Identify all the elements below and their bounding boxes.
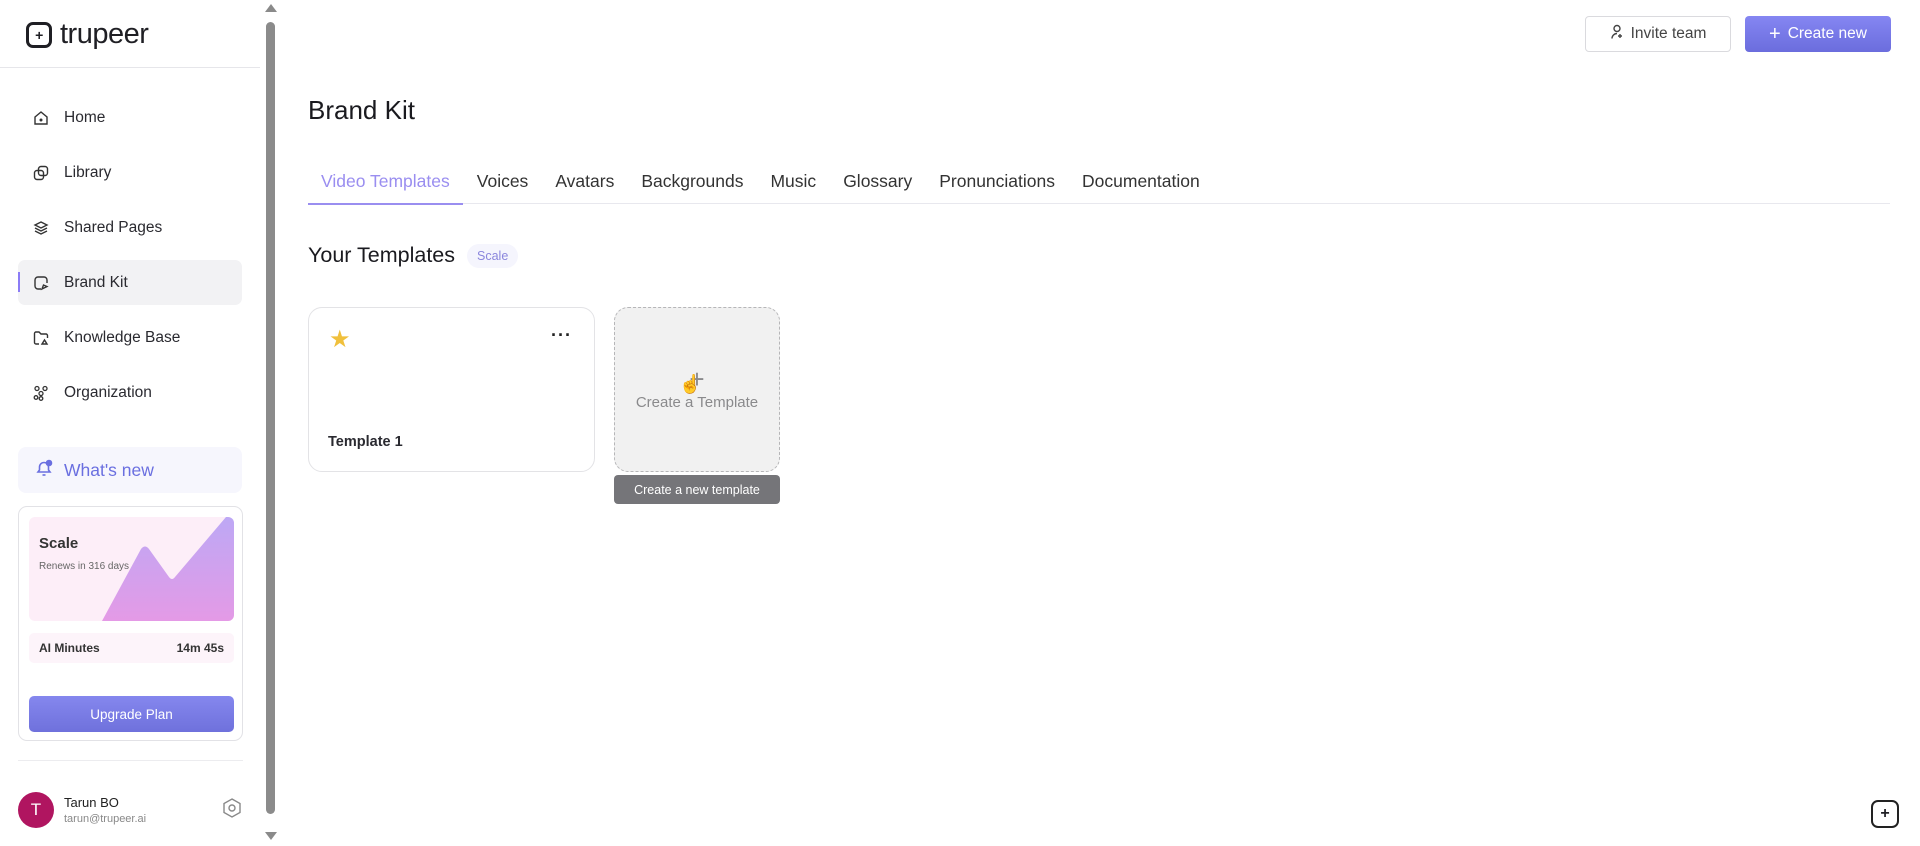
ai-minutes-value: 14m 45s <box>176 641 224 655</box>
whats-new-button[interactable]: What's new <box>18 447 242 493</box>
ai-minutes-label: AI Minutes <box>39 641 100 655</box>
scroll-down-arrow-icon[interactable] <box>265 832 277 840</box>
logo-icon: + <box>26 21 52 48</box>
sidebar-item-label: Shared Pages <box>64 218 163 236</box>
create-new-button[interactable]: + Create new <box>1745 16 1891 52</box>
trupeer-extension-icon[interactable]: + <box>1871 800 1899 828</box>
sidebar-item-home[interactable]: Home <box>18 95 242 140</box>
create-template-label: Create a Template <box>635 394 759 411</box>
user-name: Tarun BO <box>64 795 119 810</box>
sidebar-item-library[interactable]: Library <box>18 150 242 195</box>
page-title: Brand Kit <box>308 95 415 125</box>
sidebar-item-label: Home <box>64 108 106 126</box>
user-email: tarun@trupeer.ai <box>64 813 147 825</box>
folder-icon <box>32 329 50 347</box>
sidebar-item-shared-pages[interactable]: Shared Pages <box>18 205 242 250</box>
upgrade-plan-button[interactable]: Upgrade Plan <box>29 696 234 732</box>
user-profile[interactable]: T Tarun BO tarun@trupeer.ai <box>18 792 146 828</box>
divider <box>0 67 260 68</box>
tab-documentation[interactable]: Documentation <box>1069 158 1213 204</box>
sidebar-item-label: Knowledge Base <box>64 328 181 346</box>
plus-icon: + <box>1769 23 1781 45</box>
brand-logo[interactable]: + trupeer <box>26 18 149 51</box>
star-icon[interactable]: ★ <box>329 328 351 352</box>
tooltip: Create a new template <box>614 475 780 504</box>
sidebar-scrollbar[interactable] <box>264 0 278 846</box>
sidebar-item-label: Brand Kit <box>64 273 128 291</box>
sidebar: + trupeer Home Library Shared Pages Bran… <box>0 0 262 846</box>
user-plus-icon <box>1610 24 1624 45</box>
tab-music[interactable]: Music <box>757 158 829 204</box>
tab-avatars[interactable]: Avatars <box>542 158 627 204</box>
scroll-up-arrow-icon[interactable] <box>265 4 277 12</box>
tab-voices[interactable]: Voices <box>464 158 542 204</box>
bell-icon <box>34 458 54 483</box>
invite-team-label: Invite team <box>1630 25 1707 42</box>
template-name: Template 1 <box>328 434 403 450</box>
home-icon <box>32 109 50 127</box>
whats-new-label: What's new <box>64 459 154 480</box>
brand-kit-icon <box>32 274 50 292</box>
sidebar-item-label: Organization <box>64 383 152 401</box>
create-new-label: Create new <box>1787 25 1867 42</box>
more-options-icon[interactable]: ··· <box>551 326 572 344</box>
organization-icon <box>32 384 50 402</box>
hand-cursor-icon: ☝ <box>679 374 702 394</box>
layers-icon <box>32 219 50 237</box>
plan-name: Scale <box>39 535 79 552</box>
sidebar-item-brand-kit[interactable]: Brand Kit <box>18 260 242 305</box>
tab-pronunciations[interactable]: Pronunciations <box>926 158 1068 204</box>
brand-name: trupeer <box>60 18 149 50</box>
plan-card: Scale Renews in 316 days AI Minutes 14m … <box>18 506 243 741</box>
tab-video-templates[interactable]: Video Templates <box>308 158 463 205</box>
plan-badge: Scale <box>467 243 519 268</box>
plan-graphic: Scale Renews in 316 days <box>29 517 234 621</box>
section-title: Your Templates <box>308 243 456 267</box>
ai-minutes-row: AI Minutes 14m 45s <box>29 633 234 663</box>
settings-gear-icon[interactable] <box>221 797 243 819</box>
brand-kit-tabs: Video Templates Voices Avatars Backgroun… <box>308 158 1890 205</box>
sidebar-item-knowledge-base[interactable]: Knowledge Base <box>18 315 242 360</box>
section-header: Your Templates Scale <box>308 243 519 268</box>
avatar: T <box>18 792 54 828</box>
library-icon <box>32 164 50 182</box>
invite-team-button[interactable]: Invite team <box>1585 16 1731 52</box>
plan-renewal: Renews in 316 days <box>39 561 130 572</box>
sidebar-item-organization[interactable]: Organization <box>18 370 242 415</box>
scrollbar-thumb[interactable] <box>266 22 275 814</box>
sidebar-item-label: Library <box>64 163 112 181</box>
tab-backgrounds[interactable]: Backgrounds <box>628 158 756 204</box>
tab-glossary[interactable]: Glossary <box>830 158 925 204</box>
divider <box>18 760 243 761</box>
template-card[interactable]: ★ ··· Template 1 <box>308 307 595 472</box>
